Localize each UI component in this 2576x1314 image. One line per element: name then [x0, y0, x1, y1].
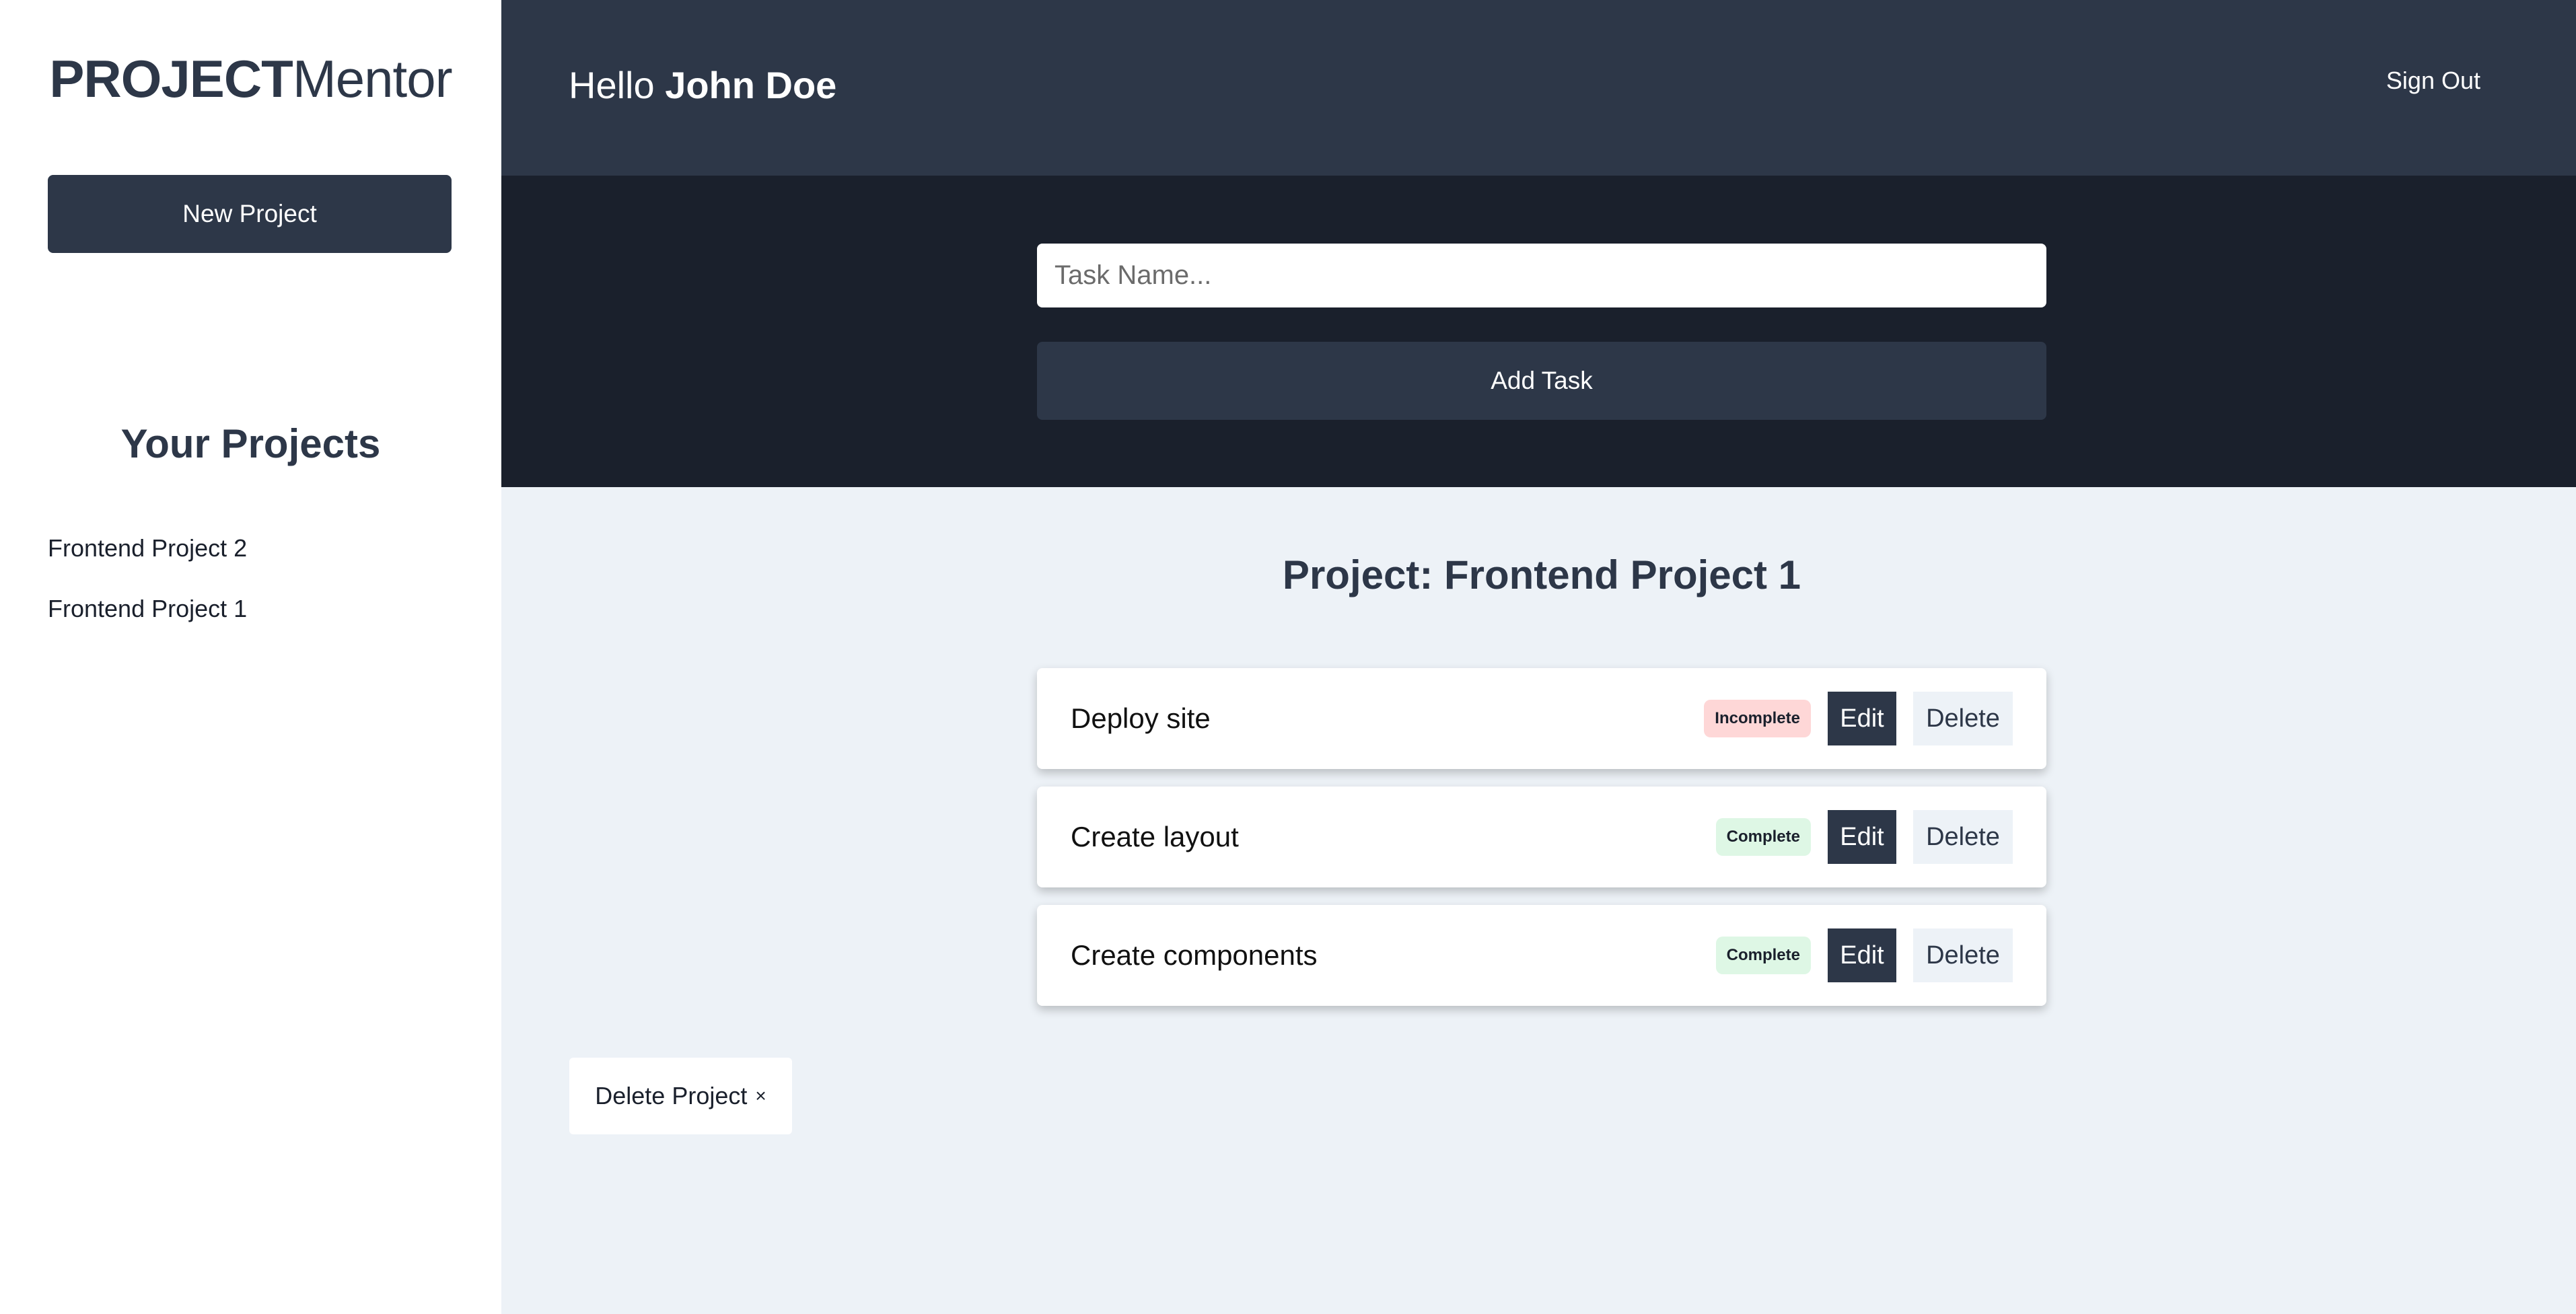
- task-name: Create layout: [1071, 821, 1239, 852]
- task-card: Deploy site Incomplete Edit Delete: [1037, 668, 2046, 769]
- task-form: Add Task: [501, 176, 2576, 487]
- sidebar-item-project[interactable]: Frontend Project 1: [48, 592, 247, 653]
- sidebar: PROJECTMentor New Project Your Projects …: [0, 0, 501, 1314]
- task-card: Create components Complete Edit Delete: [1037, 905, 2046, 1006]
- status-badge: Complete: [1715, 937, 1811, 974]
- greeting-prefix: Hello: [569, 64, 655, 106]
- task-name: Create components: [1071, 939, 1318, 971]
- main-content: Hello John Doe Sign Out Add Task Project…: [501, 0, 2576, 1314]
- sign-out-link[interactable]: Sign Out: [2386, 65, 2480, 97]
- edit-button[interactable]: Edit: [1828, 692, 1896, 745]
- delete-button[interactable]: Delete: [1913, 810, 2013, 864]
- edit-button[interactable]: Edit: [1828, 928, 1896, 982]
- edit-button[interactable]: Edit: [1828, 810, 1896, 864]
- project-list: Frontend Project 2 Frontend Project 1: [48, 532, 247, 653]
- header: Hello John Doe Sign Out: [501, 0, 2576, 176]
- greeting: Hello John Doe: [569, 62, 836, 109]
- logo-light: Mentor: [292, 49, 453, 108]
- delete-button[interactable]: Delete: [1913, 692, 2013, 745]
- app: PROJECTMentor New Project Your Projects …: [0, 0, 2576, 1314]
- logo-strong: PROJECT: [49, 49, 293, 108]
- status-badge: Incomplete: [1704, 700, 1811, 737]
- status-badge: Complete: [1715, 818, 1811, 856]
- task-actions: Complete Edit Delete: [1715, 905, 2013, 1006]
- task-actions: Complete Edit Delete: [1715, 787, 2013, 887]
- task-actions: Incomplete Edit Delete: [1704, 668, 2013, 769]
- close-icon: ×: [755, 1085, 766, 1106]
- delete-project-label: Delete Project: [595, 1082, 748, 1109]
- delete-button[interactable]: Delete: [1913, 928, 2013, 982]
- user-name: John Doe: [665, 64, 837, 106]
- task-name-input[interactable]: [1037, 244, 2046, 307]
- task-name: Deploy site: [1071, 702, 1211, 734]
- delete-project-button[interactable]: Delete Project ×: [569, 1058, 792, 1134]
- task-card: Create layout Complete Edit Delete: [1037, 787, 2046, 887]
- task-list: Deploy site Incomplete Edit Delete Creat…: [1037, 668, 2046, 1023]
- project-title: Project: Frontend Project 1: [1282, 552, 1801, 597]
- add-task-button[interactable]: Add Task: [1037, 342, 2046, 420]
- logo: PROJECTMentor: [0, 48, 501, 109]
- sidebar-item-project[interactable]: Frontend Project 2: [48, 532, 247, 592]
- new-project-button[interactable]: New Project: [48, 175, 452, 253]
- your-projects-heading: Your Projects: [120, 421, 381, 466]
